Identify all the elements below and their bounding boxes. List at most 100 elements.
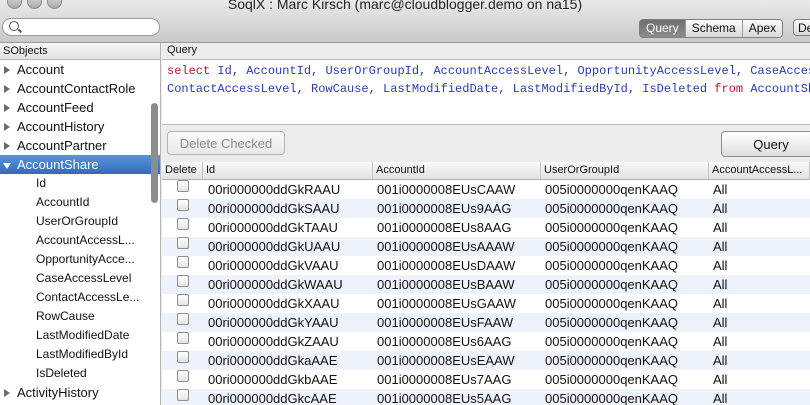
window-title: SoqlX : Marc Kirsch (marc@cloudblogger.d… (227, 0, 583, 12)
sobject-item[interactable]: AccountHistory (0, 117, 160, 136)
sobject-item[interactable]: AccountPartner (0, 136, 160, 155)
cell-userorgroupid: 005i0000000qenKAAQ (545, 277, 679, 292)
table-row[interactable]: 00ri000000ddGkRAAU 001i0000008EUsCAAW 005i… (162, 180, 810, 199)
search-field[interactable] (2, 18, 160, 36)
column-header-accountid[interactable]: AccountId (373, 162, 541, 179)
cell-accountid: 001i0000008EUs8AAG (377, 220, 512, 235)
cell-userorgroupid: 005i0000000qenKAAQ (545, 315, 679, 330)
field-item[interactable]: LastModifiedById (0, 345, 160, 364)
run-query-button[interactable]: Query (721, 131, 810, 157)
sobject-item[interactable]: AccountContactRole (0, 79, 160, 98)
table-row[interactable]: 00ri000000ddGkTAAU 001i0000008EUs8AAG 005i… (162, 218, 810, 237)
tab-query[interactable]: Query (640, 20, 686, 37)
cell-id: 00ri000000ddGkaAAE (208, 353, 338, 368)
cell-accountaccesslevel: All (713, 353, 728, 368)
cell-accountaccesslevel: All (713, 296, 728, 311)
field-item[interactable]: LastModifiedDate (0, 326, 160, 345)
cell-accountaccesslevel: All (713, 372, 728, 387)
cell-id: 00ri000000ddGkcAAE (208, 391, 337, 405)
delete-checkbox[interactable] (177, 275, 189, 287)
table-row[interactable]: 00ri000000ddGkbAAE 001i0000008EUs7AAG 005i… (162, 370, 810, 389)
delete-checkbox[interactable] (177, 256, 189, 268)
query-editor[interactable]: select Id, AccountId, UserOrGroupId, Acc… (162, 59, 810, 125)
delete-checkbox[interactable] (177, 218, 189, 230)
disclosure-closed-icon[interactable] (4, 389, 10, 397)
search-icon (9, 21, 19, 31)
table-row[interactable]: 00ri000000ddGkWAAU 001i0000008EUsBAAW 005i… (162, 275, 810, 294)
delete-checked-button[interactable]: Delete Checked (167, 131, 285, 155)
delete-checkbox[interactable] (177, 370, 189, 382)
sobject-item[interactable]: AccountFeed (0, 98, 160, 117)
tab-schema[interactable]: Schema (685, 20, 743, 37)
truncated-toolbar-button[interactable]: De (793, 19, 810, 36)
disclosure-closed-icon[interactable] (4, 104, 10, 112)
delete-checkbox[interactable] (177, 389, 189, 401)
column-header-userorgroupid[interactable]: UserOrGroupId (541, 162, 709, 179)
tab-apex[interactable]: Apex (742, 20, 783, 37)
delete-checkbox[interactable] (177, 351, 189, 363)
delete-checkbox[interactable] (177, 332, 189, 344)
field-item[interactable]: IsDeleted (0, 364, 160, 383)
cell-accountid: 001i0000008EUs5AAG (377, 391, 512, 405)
cell-id: 00ri000000ddGkTAAU (208, 220, 338, 235)
query-object: AccountShar (750, 82, 810, 96)
disclosure-open-icon[interactable] (3, 163, 11, 169)
cell-userorgroupid: 005i0000000qenKAAQ (545, 239, 679, 254)
delete-checkbox[interactable] (177, 294, 189, 306)
cell-id: 00ri000000ddGkUAAU (208, 239, 341, 254)
table-row[interactable]: 00ri000000ddGkZAAU 001i0000008EUs6AAG 005i… (162, 332, 810, 351)
sobject-label: AccountPartner (17, 138, 107, 153)
delete-checkbox[interactable] (177, 180, 189, 192)
field-item[interactable]: OpportunityAcce... (0, 250, 160, 269)
sobject-label: Account (17, 62, 64, 77)
field-item[interactable]: ContactAccessLe... (0, 288, 160, 307)
table-row[interactable]: 00ri000000ddGkYAAU 001i0000008EUsFAAW 005i… (162, 313, 810, 332)
disclosure-closed-icon[interactable] (4, 142, 10, 150)
field-item[interactable]: AccountId (0, 193, 160, 212)
column-header-delete[interactable]: Delete (162, 162, 203, 179)
cell-id: 00ri000000ddGkWAAU (208, 277, 343, 292)
field-item[interactable]: Id (0, 174, 160, 193)
column-header-accountaccesslevel[interactable]: AccountAccessL... (709, 162, 810, 179)
cell-userorgroupid: 005i0000000qenKAAQ (545, 372, 679, 387)
sobject-label: AccountContactRole (17, 81, 136, 96)
cell-id: 00ri000000ddGkZAAU (208, 334, 339, 349)
delete-checkbox[interactable] (177, 199, 189, 211)
view-segmented-control[interactable]: Query Schema Apex (639, 19, 784, 38)
table-row[interactable]: 00ri000000ddGkcAAE 001i0000008EUs5AAG 005i… (162, 389, 810, 405)
cell-id: 00ri000000ddGkRAAU (208, 182, 341, 197)
results-table: Delete Id AccountId UserOrGroupId Accoun… (162, 162, 810, 405)
cell-accountid: 001i0000008EUsGAAW (377, 296, 516, 311)
sidebar-header: SObjects (0, 43, 160, 60)
cell-userorgroupid: 005i0000000qenKAAQ (545, 353, 679, 368)
cell-userorgroupid: 005i0000000qenKAAQ (545, 334, 679, 349)
sobject-item[interactable]: ActivityHistory (0, 383, 160, 402)
sidebar-scrollbar[interactable] (151, 103, 158, 203)
table-row[interactable]: 00ri000000ddGkVAAU 001i0000008EUsDAAW 005i… (162, 256, 810, 275)
field-item[interactable]: UserOrGroupId (0, 212, 160, 231)
sobject-item-selected[interactable]: AccountShare (0, 155, 160, 174)
field-item[interactable]: CaseAccessLevel (0, 269, 160, 288)
delete-checkbox[interactable] (177, 313, 189, 325)
table-row[interactable]: 00ri000000ddGkaAAE 001i0000008EUsEAAW 005i… (162, 351, 810, 370)
sobject-item[interactable]: Account (0, 60, 160, 79)
cell-accountid: 001i0000008EUsAAAW (377, 239, 515, 254)
sobjects-sidebar: SObjects Account AccountContactRole Accoun… (0, 43, 161, 405)
cell-userorgroupid: 005i0000000qenKAAQ (545, 201, 679, 216)
field-item[interactable]: RowCause (0, 307, 160, 326)
table-row[interactable]: 00ri000000ddGkXAAU 001i0000008EUsGAAW 005i… (162, 294, 810, 313)
delete-checkbox[interactable] (177, 237, 189, 249)
cell-id: 00ri000000ddGkYAAU (208, 315, 339, 330)
column-header-id[interactable]: Id (203, 162, 373, 179)
field-item[interactable]: AccountAccessL... (0, 231, 160, 250)
disclosure-closed-icon[interactable] (4, 85, 10, 93)
disclosure-closed-icon[interactable] (4, 66, 10, 74)
title-bar: SoqlX : Marc Kirsch (marc@cloudblogger.d… (0, 0, 810, 43)
table-row[interactable]: 00ri000000ddGkSAAU 001i0000008EUs9AAG 005i… (162, 199, 810, 218)
cell-accountaccesslevel: All (713, 182, 728, 197)
disclosure-closed-icon[interactable] (4, 123, 10, 131)
table-row[interactable]: 00ri000000ddGkUAAU 001i0000008EUsAAAW 005i… (162, 237, 810, 256)
query-fields-line1: Id, AccountId, UserOrGroupId, AccountAcc… (217, 64, 810, 78)
query-keyword-select: select (167, 64, 211, 78)
cell-userorgroupid: 005i0000000qenKAAQ (545, 182, 679, 197)
